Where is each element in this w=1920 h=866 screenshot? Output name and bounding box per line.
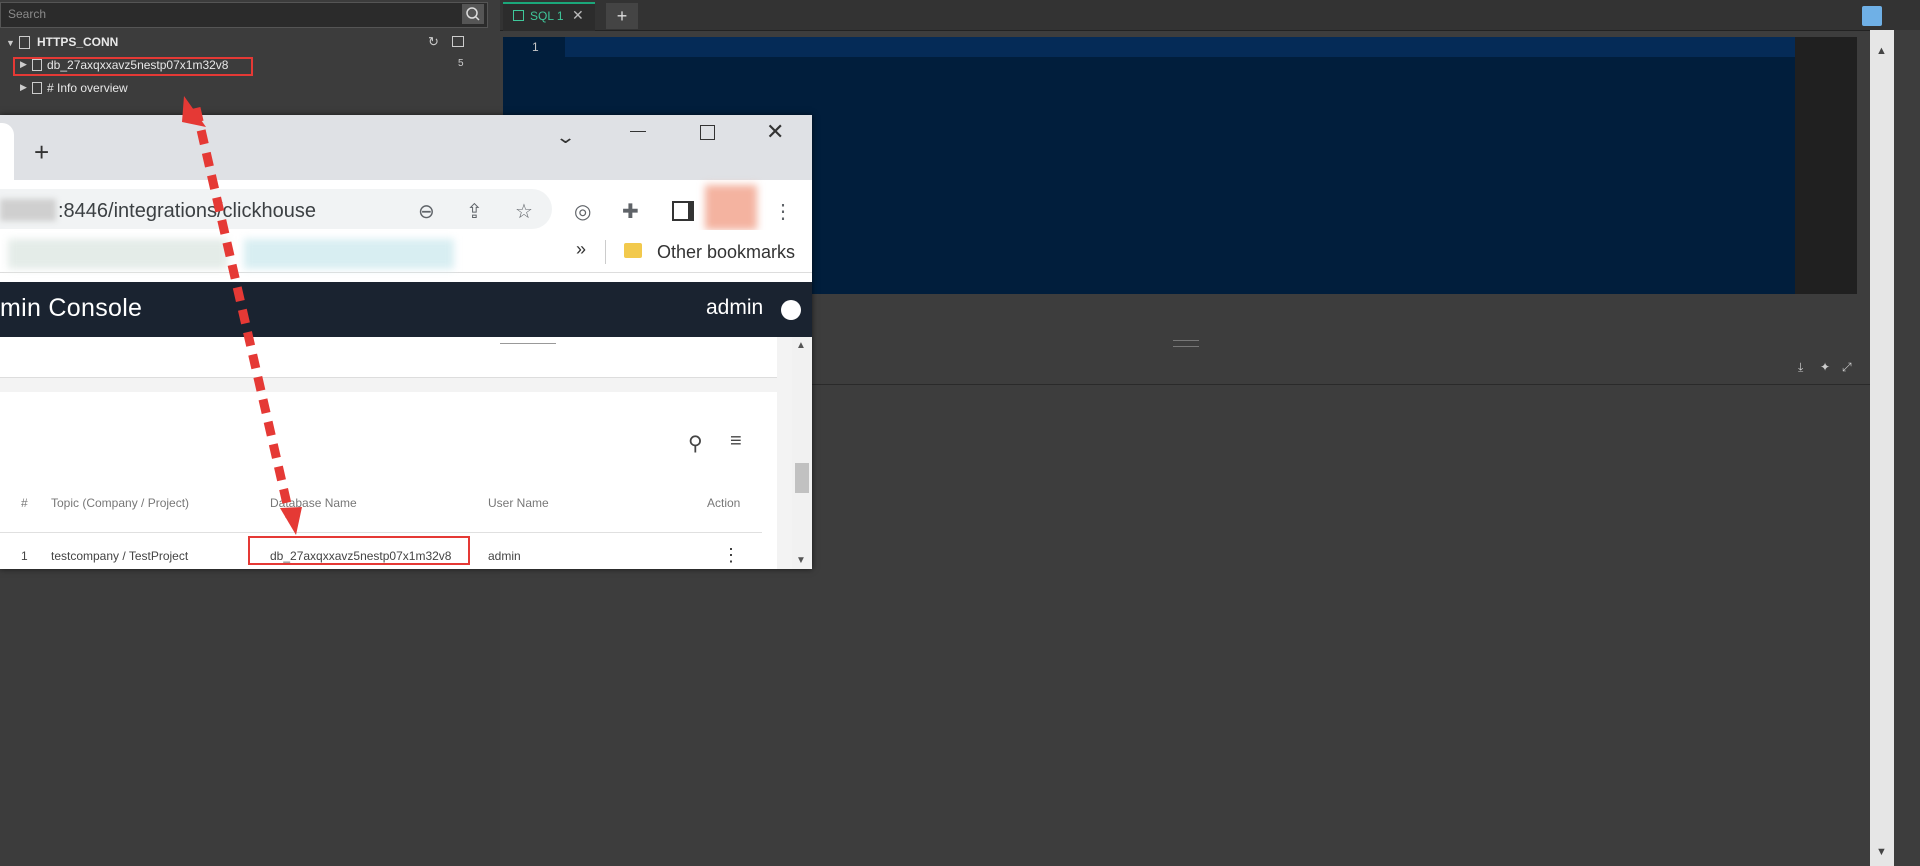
add-row-icon[interactable]: ≡ bbox=[730, 430, 742, 453]
editor-tab-bar bbox=[500, 0, 1920, 31]
info-overview-node[interactable]: # Info overview bbox=[47, 81, 128, 95]
refresh-icon[interactable]: ↻ bbox=[428, 34, 439, 50]
table-icon bbox=[32, 82, 42, 94]
expand-toggle-icon[interactable]: ▼ bbox=[6, 38, 15, 48]
bookmark-item-blurred[interactable] bbox=[244, 239, 454, 269]
column-header-database: Database Name bbox=[270, 496, 357, 510]
sql-file-icon bbox=[513, 10, 524, 21]
header-divider bbox=[0, 532, 762, 533]
row-topic: testcompany / TestProject bbox=[51, 549, 189, 563]
filter-card bbox=[0, 337, 777, 378]
browser-tab[interactable] bbox=[0, 123, 14, 180]
app-title: min Console bbox=[0, 294, 143, 322]
url-host-blurred bbox=[0, 199, 56, 221]
pin-icon[interactable]: ✦ bbox=[1820, 360, 1830, 374]
other-bookmarks-link[interactable]: Other bookmarks bbox=[657, 242, 795, 263]
scroll-down-icon[interactable]: ▼ bbox=[796, 555, 806, 566]
connection-node[interactable]: HTTPS_CONN bbox=[37, 35, 118, 49]
close-icon[interactable]: ✕ bbox=[572, 7, 584, 24]
browser-titlebar bbox=[0, 115, 812, 180]
active-line-highlight bbox=[565, 37, 1795, 57]
zoom-icon[interactable]: ⊖ bbox=[418, 199, 435, 224]
page-scrollbar-thumb[interactable] bbox=[795, 463, 809, 493]
panel-toggle-icon[interactable] bbox=[1862, 6, 1882, 26]
avatar[interactable] bbox=[705, 185, 757, 230]
row-index: 1 bbox=[21, 549, 28, 563]
bookmark-star-icon[interactable]: ☆ bbox=[515, 199, 533, 224]
database-highlight-box bbox=[13, 57, 253, 76]
collapse-all-icon[interactable] bbox=[452, 36, 464, 47]
navigator-search-placeholder: Search bbox=[8, 7, 47, 21]
minimize-button[interactable] bbox=[630, 131, 646, 132]
extensions-icon[interactable]: ✚ bbox=[622, 199, 639, 224]
new-tab-button[interactable]: + bbox=[34, 137, 49, 168]
results-toolbar bbox=[800, 352, 1870, 385]
card-divider bbox=[500, 343, 556, 344]
scroll-down-icon[interactable]: ▼ bbox=[1876, 846, 1887, 858]
column-header-action: Action bbox=[707, 496, 741, 510]
more-bookmarks-button[interactable]: » bbox=[576, 239, 586, 260]
row-user-name: admin bbox=[488, 549, 521, 563]
column-header-index: # bbox=[21, 496, 28, 510]
tab-sql-1-label: SQL 1 bbox=[530, 9, 564, 23]
database-count: 5 bbox=[458, 58, 464, 69]
maximize-icon[interactable]: ⤢ bbox=[1842, 360, 1852, 375]
editor-minimap bbox=[1795, 37, 1857, 294]
bookmarks-separator bbox=[605, 240, 606, 264]
column-header-topic: Topic (Company / Project) bbox=[51, 496, 190, 510]
column-header-user: User Name bbox=[488, 496, 549, 510]
side-panel bbox=[1894, 30, 1920, 866]
close-window-button[interactable]: ✕ bbox=[766, 119, 784, 145]
export-icon[interactable]: ⤓ bbox=[1798, 360, 1803, 375]
database-name-highlight-box bbox=[248, 536, 470, 565]
scroll-up-icon[interactable]: ▲ bbox=[1876, 45, 1887, 57]
navigator-search-input[interactable] bbox=[0, 2, 488, 28]
server-icon bbox=[19, 36, 30, 49]
kebab-menu-icon[interactable]: ⋮ bbox=[773, 199, 793, 224]
side-panel-icon[interactable] bbox=[672, 201, 694, 221]
search-icon[interactable]: ⚲ bbox=[688, 431, 703, 456]
page-scrollbar[interactable] bbox=[792, 337, 812, 569]
line-number: 1 bbox=[532, 40, 539, 54]
account-icon[interactable] bbox=[781, 300, 801, 320]
expand-toggle-icon[interactable]: ▶ bbox=[20, 82, 27, 93]
chevron-down-icon[interactable]: ⌄ bbox=[555, 127, 576, 148]
share-icon[interactable]: ⇪ bbox=[466, 199, 483, 224]
folder-icon bbox=[624, 243, 642, 258]
user-name[interactable]: admin bbox=[706, 296, 763, 320]
row-action-menu-icon[interactable]: ⋮ bbox=[722, 545, 740, 566]
browser-window: + ⌄ ✕ :8446/integrations/clickhouse ⊖ ⇪ … bbox=[0, 115, 812, 569]
password-manager-icon[interactable]: ◎ bbox=[574, 199, 591, 224]
bookmark-item-blurred[interactable] bbox=[8, 239, 228, 269]
resize-handle[interactable] bbox=[1173, 340, 1199, 347]
url-text[interactable]: :8446/integrations/clickhouse bbox=[58, 200, 316, 223]
maximize-button[interactable] bbox=[700, 125, 715, 140]
vertical-scrollbar[interactable] bbox=[1870, 30, 1894, 866]
add-tab-button[interactable]: + bbox=[606, 3, 638, 29]
search-icon[interactable] bbox=[462, 4, 484, 24]
scroll-up-icon[interactable]: ▲ bbox=[796, 340, 806, 351]
